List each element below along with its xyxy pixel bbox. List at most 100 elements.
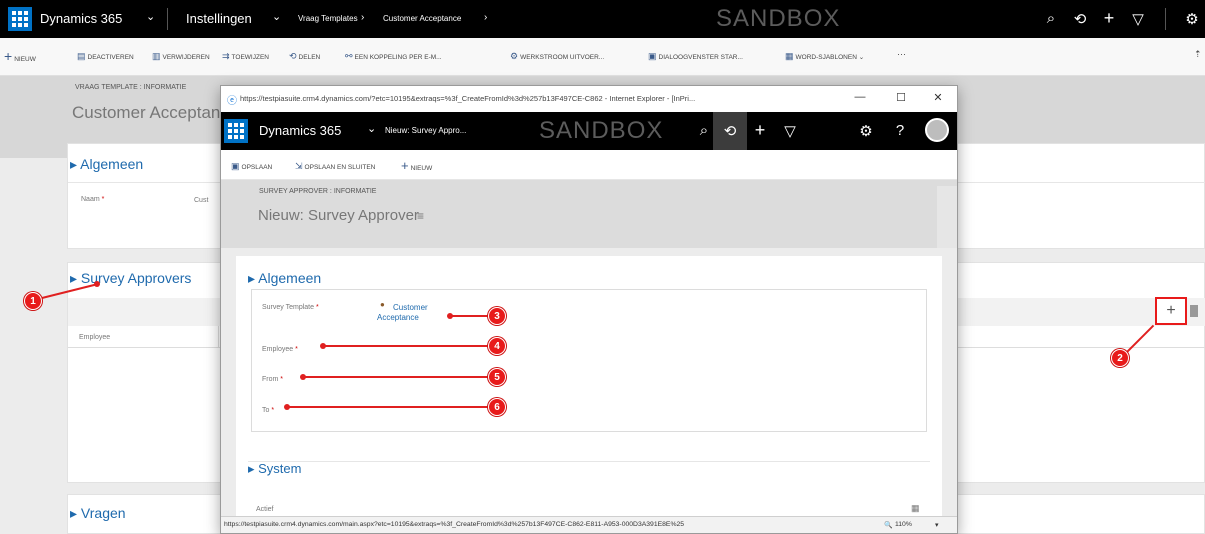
history-icon[interactable]: ⟲	[1069, 10, 1091, 28]
survey-template-label: Survey Template *	[262, 304, 319, 311]
form-selector-icon[interactable]: ≡	[417, 209, 424, 223]
new-survey-approver-window: ⓔ https://testpiasuite.crm4.dynamics.com…	[220, 85, 958, 534]
chevron-down-icon[interactable]: ▾	[935, 521, 938, 529]
dialog-icon: ▣	[648, 51, 657, 61]
workflow-button[interactable]: ⚙ Werkstroom uitvoer...	[510, 51, 604, 62]
share-label: Delen	[298, 54, 321, 61]
popup-section-general-title[interactable]: ▸ Algemeen	[248, 270, 321, 287]
zoom-level[interactable]: 110%	[895, 521, 912, 528]
column-employee-header[interactable]: Employee	[79, 334, 110, 341]
actief-label: Actief	[256, 506, 274, 513]
email-link-button[interactable]: ⚯ Een koppeling per e-m...	[345, 51, 442, 62]
from-field[interactable]	[352, 370, 912, 388]
callout-5-line	[303, 376, 495, 378]
employee-label: Employee *	[262, 346, 298, 353]
popup-section-system-label: System	[258, 461, 302, 476]
section-questions-title[interactable]: ▸ Vragen	[70, 505, 126, 522]
popup-breadcrumb[interactable]: Nieuw: Survey Appro...	[385, 126, 466, 135]
trash-icon: ▥	[152, 51, 161, 61]
filter-icon[interactable]: ▽	[1127, 10, 1149, 28]
plus-icon: +	[4, 48, 13, 64]
field-name-value[interactable]: Cust	[194, 197, 208, 204]
new-button-label: Nieuw	[14, 56, 36, 63]
settings-icon[interactable]: ⚙	[855, 122, 877, 140]
dialog-label: Dialoogvenster star...	[658, 54, 743, 61]
chevron-down-icon[interactable]: ⌄	[146, 10, 155, 23]
more-commands-button[interactable]: ···	[897, 49, 906, 59]
chevron-down-icon[interactable]: ⌄	[367, 122, 376, 135]
ie-window-title: https://testpiasuite.crm4.dynamics.com/?…	[240, 94, 696, 103]
delete-button[interactable]: ▥ Verwijderen	[152, 51, 210, 62]
app-name[interactable]: Dynamics 365	[40, 11, 122, 26]
email-link-label: Een koppeling per e-m...	[354, 54, 442, 61]
app-launcher-icon[interactable]	[8, 7, 32, 31]
new-button[interactable]: + Nieuw	[4, 48, 36, 64]
popup-navigation-bar: Dynamics 365 ⌄ Nieuw: Survey Appro... SA…	[221, 112, 957, 150]
command-bar: + Nieuw ▤ Deactiveren ▥ Verwijderen ⇉ Toewij…	[0, 38, 1205, 76]
entity-label: VRAAG TEMPLATE : INFORMATIE	[75, 84, 187, 91]
zoom-icon: 🔍	[884, 522, 893, 529]
save-close-button[interactable]: ⇲ Opslaan en sluiten	[295, 161, 375, 172]
required-mark: *	[315, 304, 319, 311]
survey-template-lookup-value[interactable]: Customer Acceptance	[377, 303, 443, 322]
new-button[interactable]: + Nieuw	[401, 158, 432, 173]
callout-4-marker: 4	[488, 337, 506, 355]
to-field[interactable]	[352, 401, 912, 419]
required-mark: *	[101, 196, 105, 203]
environment-label: SANDBOX	[539, 117, 664, 144]
help-icon[interactable]: ?	[889, 122, 911, 139]
plus-icon: +	[1166, 302, 1176, 319]
nav-divider	[167, 8, 168, 30]
chevron-down-icon: ⌄	[858, 54, 865, 61]
plus-icon[interactable]: +	[1098, 8, 1120, 29]
minimize-button[interactable]: —	[846, 91, 874, 103]
history-icon[interactable]: ⟲	[719, 122, 741, 140]
overflow-icon[interactable]: ⇡	[1194, 49, 1202, 60]
deactivate-icon: ▤	[77, 51, 86, 61]
breadcrumb-separator-icon: ›	[361, 12, 365, 23]
save-label: Opslaan	[241, 164, 273, 171]
dialog-button[interactable]: ▣ Dialoogvenster star...	[648, 51, 743, 62]
assign-label: Toewijzen	[231, 54, 269, 61]
required-mark: *	[271, 407, 275, 414]
add-approver-button[interactable]: +	[1155, 297, 1187, 325]
callout-1-marker: 1	[24, 292, 42, 310]
callout-6-marker: 6	[488, 398, 506, 416]
app-launcher-icon[interactable]	[224, 119, 248, 143]
save-button[interactable]: ▣ Opslaan	[231, 161, 272, 172]
avatar[interactable]	[925, 118, 949, 142]
close-button[interactable]: ✕	[924, 91, 952, 104]
chevron-down-icon[interactable]: ⌄	[272, 10, 281, 23]
share-button[interactable]: ⟲ Delen	[289, 51, 320, 62]
popup-form-header: SURVEY APPROVER : INFORMATIE Nieuw: Surv…	[221, 180, 957, 248]
save-close-label: Opslaan en sluiten	[304, 164, 376, 171]
word-icon: ▦	[785, 51, 794, 61]
employee-field[interactable]	[352, 340, 912, 358]
breadcrumb-vraag-templates[interactable]: Vraag Templates	[298, 14, 358, 23]
breadcrumb-customer-acceptance[interactable]: Customer Acceptance	[383, 14, 461, 23]
maximize-button[interactable]: ☐	[887, 91, 915, 104]
popup-app-name[interactable]: Dynamics 365	[259, 123, 341, 138]
settings-icon[interactable]: ⚙	[1181, 10, 1203, 28]
breadcrumb-separator-icon: ›	[484, 12, 488, 23]
area-menu[interactable]: Instellingen	[186, 11, 252, 26]
search-icon[interactable]: ⌕	[693, 122, 715, 139]
plus-icon[interactable]: +	[749, 120, 771, 141]
delete-label: Verwijderen	[162, 54, 210, 61]
field-name-label: Naam *	[81, 196, 104, 203]
search-icon[interactable]: ⌕	[1040, 10, 1062, 27]
callout-6-line	[287, 406, 495, 408]
word-templates-button[interactable]: ▦ Word-sjablonen ⌄	[785, 51, 864, 62]
section-general-title[interactable]: ▸ Algemeen	[70, 156, 143, 173]
ie-icon: ⓔ	[227, 96, 237, 107]
top-navigation-bar: Dynamics 365 ⌄ Instellingen ⌄ Vraag Temp…	[0, 0, 1205, 38]
assign-button[interactable]: ⇉ Toewijzen	[222, 51, 269, 62]
grid-view-icon[interactable]	[1190, 305, 1198, 317]
section-questions-label: Vragen	[80, 505, 126, 521]
deactivate-button[interactable]: ▤ Deactiveren	[77, 51, 134, 62]
popup-section-system-title[interactable]: ▸ System	[248, 461, 301, 477]
save-icon: ▣	[231, 161, 240, 171]
filter-icon[interactable]: ▽	[779, 122, 801, 140]
workflow-label: Werkstroom uitvoer...	[520, 54, 605, 61]
callout-1-dot	[94, 281, 100, 287]
